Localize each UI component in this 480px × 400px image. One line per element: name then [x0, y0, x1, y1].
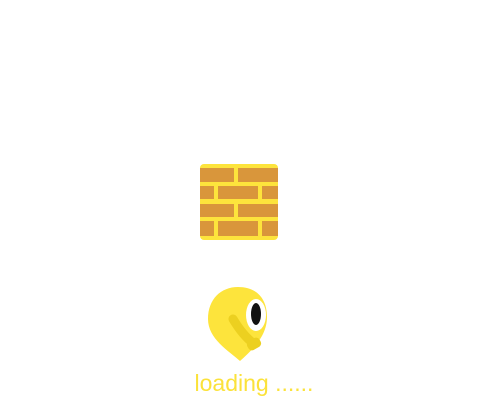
brick-wall-icon — [200, 164, 278, 240]
loading-text: loading ...... — [194, 370, 314, 396]
mascot-icon — [208, 287, 267, 361]
